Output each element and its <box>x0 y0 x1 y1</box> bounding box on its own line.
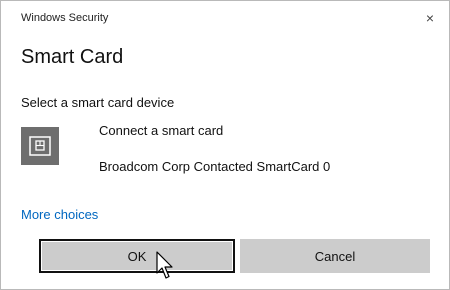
ok-button[interactable]: OK <box>39 239 235 273</box>
more-choices-link[interactable]: More choices <box>21 207 98 222</box>
dialog-heading: Smart Card <box>21 46 124 68</box>
close-icon: × <box>425 10 435 26</box>
cancel-button[interactable]: Cancel <box>240 239 430 273</box>
smart-card-title: Connect a smart card <box>99 123 224 138</box>
close-button[interactable]: × <box>421 9 439 27</box>
smart-card-device-name: Broadcom Corp Contacted SmartCard 0 <box>99 159 331 174</box>
title-bar: Windows Security × <box>1 1 449 33</box>
smart-card-option[interactable]: Connect a smart card Broadcom Corp Conta… <box>21 117 421 187</box>
smart-card-icon <box>21 127 59 165</box>
windows-security-dialog: Windows Security × Smart Card Select a s… <box>0 0 450 290</box>
dialog-subtitle: Select a smart card device <box>21 95 175 110</box>
window-title: Windows Security <box>21 12 109 24</box>
